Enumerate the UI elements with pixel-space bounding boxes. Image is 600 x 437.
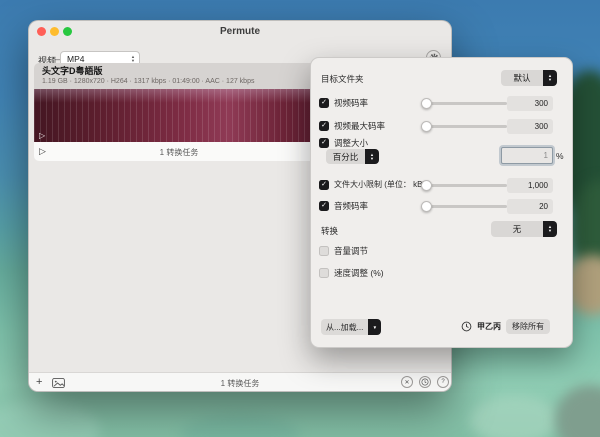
dropdown-cap: ▲▼ bbox=[543, 70, 557, 86]
resize-checkbox[interactable]: ✓ bbox=[319, 138, 329, 148]
slider-knob[interactable] bbox=[421, 98, 432, 109]
clock-icon bbox=[421, 378, 429, 386]
file-size-limit-value[interactable]: 1,000 bbox=[507, 178, 553, 193]
slider-track bbox=[423, 102, 507, 105]
video-bitrate-value[interactable]: 300 bbox=[507, 96, 553, 111]
convert-dropdown[interactable]: 无 ▲▼ bbox=[491, 221, 557, 237]
preset-group: 甲乙丙 移除所有 bbox=[461, 318, 550, 334]
destination-folder-dropdown[interactable]: 默认 ▲▼ bbox=[501, 70, 557, 86]
load-from-menu-cap[interactable]: ▼ bbox=[368, 319, 381, 335]
video-max-bitrate-slider[interactable] bbox=[423, 121, 507, 132]
video-max-bitrate-label: 视频最大码率 bbox=[334, 120, 385, 132]
volume-row: 音量调节 bbox=[319, 245, 368, 257]
wallpaper-underwater-rock-2 bbox=[555, 385, 600, 437]
slider-track bbox=[423, 125, 507, 128]
down-arrow-icon: ▼ bbox=[373, 325, 377, 330]
circle-x-icon: ✕ bbox=[404, 379, 409, 386]
window-title: Permute bbox=[29, 26, 451, 37]
speed-label: 速度调整 (%) bbox=[334, 267, 384, 279]
audio-bitrate-slider[interactable] bbox=[423, 201, 507, 212]
slider-knob[interactable] bbox=[421, 121, 432, 132]
slider-knob[interactable] bbox=[421, 180, 432, 191]
group-task-count: 1 转换任务 bbox=[129, 147, 229, 158]
preset-name: 甲乙丙 bbox=[477, 321, 501, 332]
settings-popover: 目标文件夹 默认 ▲▼ ✓ 视频码率 300 ✓ 视频最大码率 300 ✓ 调整… bbox=[310, 57, 573, 348]
wallpaper-underwater-rock-4 bbox=[180, 415, 300, 437]
video-max-bitrate-checkbox[interactable]: ✓ bbox=[319, 121, 329, 131]
wallpaper-underwater-rock-3 bbox=[0, 400, 100, 437]
convert-value: 无 bbox=[491, 221, 543, 237]
file-size-limit-checkbox[interactable]: ✓ bbox=[319, 180, 329, 190]
resize-percent-input[interactable] bbox=[501, 147, 553, 164]
file-size-limit-row: ✓ 文件大小限制 (单位： kB) bbox=[319, 179, 425, 190]
destination-folder-value: 默认 bbox=[501, 70, 543, 86]
thumbnail-play-icon[interactable]: ▷ bbox=[39, 132, 45, 140]
stepper-arrows-icon: ▲▼ bbox=[131, 55, 135, 63]
destination-folder-label: 目标文件夹 bbox=[321, 73, 364, 85]
wallpaper-underwater-rock-1 bbox=[470, 395, 560, 437]
resize-unit-value: 百分比 bbox=[326, 149, 365, 164]
audio-bitrate-checkbox[interactable]: ✓ bbox=[319, 201, 329, 211]
help-button[interactable]: ? bbox=[437, 376, 449, 388]
slider-track bbox=[423, 205, 507, 208]
audio-bitrate-label: 音频码率 bbox=[334, 200, 368, 212]
volume-label: 音量调节 bbox=[334, 245, 368, 257]
dropdown-cap: ▲▼ bbox=[543, 221, 557, 237]
file-size-limit-slider[interactable] bbox=[423, 180, 507, 191]
video-max-bitrate-row: ✓ 视频最大码率 bbox=[319, 120, 385, 132]
stepper-arrows-icon: ▲▼ bbox=[548, 74, 552, 82]
video-bitrate-row: ✓ 视频码率 bbox=[319, 97, 368, 109]
video-max-bitrate-value[interactable]: 300 bbox=[507, 119, 553, 134]
speed-checkbox[interactable] bbox=[319, 268, 329, 278]
video-bitrate-checkbox[interactable]: ✓ bbox=[319, 98, 329, 108]
load-from-button[interactable]: 从...加载... ▼ bbox=[321, 319, 381, 335]
video-bitrate-label: 视频码率 bbox=[334, 97, 368, 109]
file-size-limit-label: 文件大小限制 (单位： kB) bbox=[334, 179, 425, 190]
stepper-arrows-icon: ▲▼ bbox=[548, 225, 552, 233]
statusbar-task-count: 1 转换任务 bbox=[29, 378, 451, 389]
clear-button[interactable]: ✕ bbox=[401, 376, 413, 388]
resize-label: 调整大小 bbox=[334, 137, 368, 149]
slider-knob[interactable] bbox=[421, 201, 432, 212]
percent-suffix: % bbox=[556, 151, 564, 161]
desktop: Permute 视频 — MP4 ▲▼ 头文字D粤語版 1.19 bbox=[0, 0, 600, 437]
volume-checkbox[interactable] bbox=[319, 246, 329, 256]
video-bitrate-slider[interactable] bbox=[423, 98, 507, 109]
dropdown-cap: ▲▼ bbox=[365, 149, 379, 164]
slider-track bbox=[423, 184, 507, 187]
audio-bitrate-row: ✓ 音频码率 bbox=[319, 200, 368, 212]
stepper-arrows-icon: ▲▼ bbox=[370, 153, 374, 161]
load-from-label: 从...加载... bbox=[321, 319, 368, 335]
audio-bitrate-value[interactable]: 20 bbox=[507, 199, 553, 214]
resize-row: ✓ 调整大小 bbox=[319, 137, 368, 149]
title-bar[interactable]: Permute bbox=[29, 21, 451, 43]
question-icon: ? bbox=[441, 379, 444, 385]
status-bar: + 1 转换任务 ✕ ? bbox=[29, 372, 451, 391]
group-play-icon[interactable]: ▷ bbox=[39, 146, 46, 156]
resize-unit-dropdown[interactable]: 百分比 ▲▼ bbox=[326, 149, 379, 164]
convert-label: 转换 bbox=[321, 225, 338, 237]
history-button[interactable] bbox=[419, 376, 431, 388]
clock-icon bbox=[461, 321, 472, 332]
speed-row: 速度调整 (%) bbox=[319, 267, 384, 279]
remove-all-button[interactable]: 移除所有 bbox=[506, 319, 550, 334]
